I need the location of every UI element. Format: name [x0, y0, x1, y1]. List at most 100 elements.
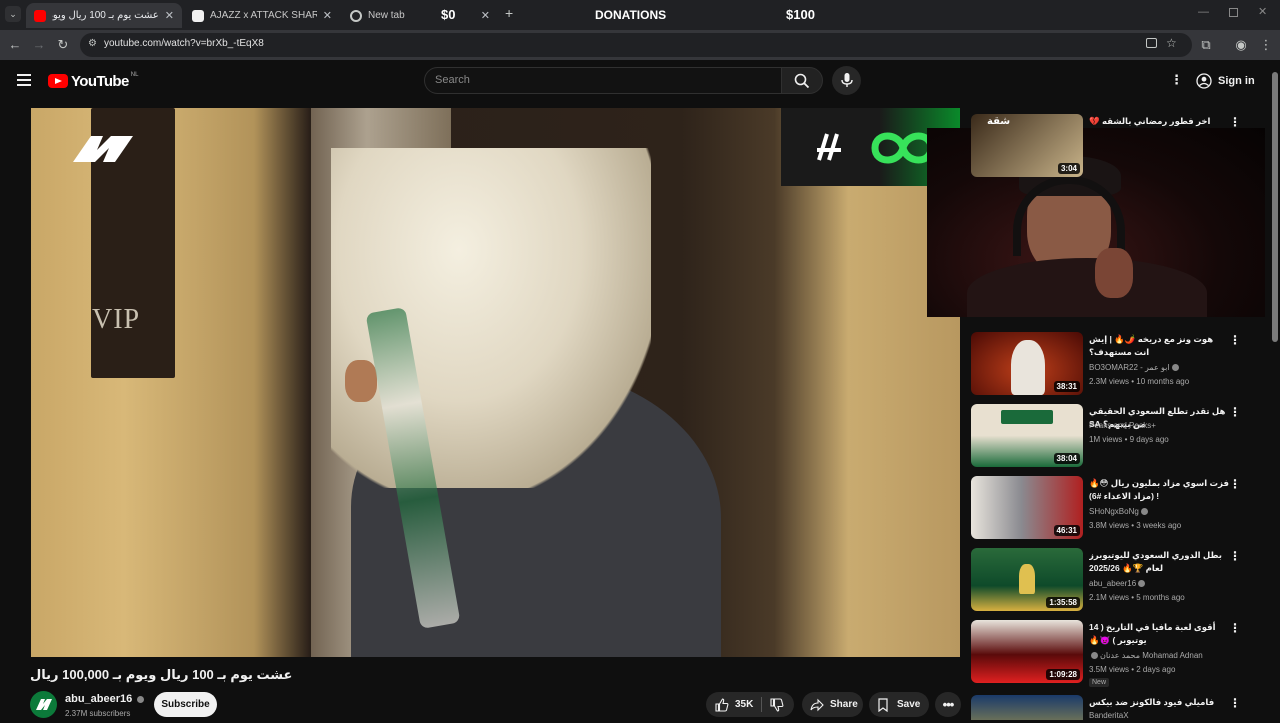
more-vert-icon[interactable]: ⋮ — [1229, 116, 1241, 130]
forward-arrow-icon[interactable]: → — [31, 37, 47, 53]
search-input[interactable]: Search — [435, 74, 470, 86]
sign-in-button[interactable]: Sign in — [1196, 68, 1255, 94]
hamburger-menu-icon[interactable] — [17, 74, 31, 86]
tab-search-button[interactable]: ⌄ — [5, 6, 21, 22]
donation-current-amount: $0 — [441, 7, 456, 22]
site-info-icon[interactable]: ⚙ — [88, 38, 97, 49]
video-thumbnail[interactable]: 38:31 — [971, 332, 1083, 395]
thumbnail-banner — [1001, 410, 1053, 424]
video-duration: 38:31 — [1053, 381, 1080, 392]
recommended-video[interactable]: شقة 3:04 اخر فطور رمضاني بالشقه 💔 ⋮ — [971, 114, 1271, 181]
profile-icon[interactable]: ◉ — [1233, 37, 1249, 53]
recommended-video[interactable]: فاميلي فيود فالكونز ضد بيكس BanderitaX ⋮ — [971, 695, 1271, 720]
search-button[interactable] — [781, 67, 823, 94]
channel-avatar[interactable] — [30, 691, 57, 718]
video-thumbnail[interactable]: شقة 3:04 — [971, 114, 1083, 177]
more-vert-icon[interactable]: ⋮ — [1229, 697, 1241, 711]
tab-close-icon[interactable]: ✕ — [165, 9, 174, 22]
video-meta: 2.3M views • 10 months ago — [1089, 377, 1190, 386]
video-title[interactable]: فزت اسوي مزاد بمليون ريال 😳🔥 ! (مزاد الا… — [1089, 477, 1229, 503]
bookmark-star-icon[interactable]: ☆ — [1166, 36, 1177, 50]
channel-logo-icon — [36, 699, 52, 710]
search-box[interactable]: Search — [424, 67, 782, 94]
youtube-favicon-icon — [34, 9, 46, 22]
video-thumbnail[interactable]: 46:31 — [971, 476, 1083, 539]
thumbs-up-icon — [715, 697, 729, 712]
settings-more-icon[interactable]: ⋮ — [1170, 72, 1183, 88]
extensions-icon[interactable]: ⧉ — [1198, 37, 1214, 53]
more-vert-icon[interactable]: ⋮ — [1229, 406, 1241, 420]
video-player[interactable]: VIP — [31, 108, 960, 657]
more-actions-button[interactable]: ••• — [935, 692, 961, 717]
more-vert-icon[interactable]: ⋮ — [1229, 334, 1241, 348]
recommended-video[interactable]: 1:09:28 أقوى لعبة مافيا في التاريخ ( 14 … — [971, 620, 1271, 687]
youtube-region-code: NL — [130, 72, 139, 78]
more-horizontal-icon: ••• — [942, 697, 955, 712]
channel-name-text: BO3OMAR22 - ابو عمر — [1089, 363, 1170, 372]
share-label: Share — [830, 699, 858, 710]
thumbnail-person — [1011, 340, 1045, 395]
thumbnail-text: شقة — [987, 116, 1011, 127]
wall-sign-vip: VIP — [92, 304, 141, 335]
channel-name[interactable]: SHoNgxBoNg — [1089, 507, 1150, 516]
donation-goal-overlay: $0 DONATIONS $100 — [433, 0, 833, 30]
address-bar[interactable]: ⚙ youtube.com/watch?v=brXb_-tEqX8 ☆ — [80, 33, 1192, 57]
save-label: Save — [897, 699, 921, 710]
like-button[interactable]: 35K — [706, 697, 761, 712]
channel-name[interactable]: Peaks and Peaks+ — [1089, 421, 1156, 430]
video-title[interactable]: بطل الدوري السعودي لليوتيوبرز لعام 🏆🔥 20… — [1089, 549, 1229, 575]
video-title[interactable]: هوت ونز مع دريخه 🌶️🔥 | إيش انت مستهدف؟ — [1089, 333, 1229, 359]
account-circle-icon — [1196, 73, 1212, 89]
youtube-header: YouTube NL Search ⋮ Sign in — [0, 60, 1280, 102]
tab-close-icon[interactable]: ✕ — [323, 9, 332, 22]
search-icon — [794, 73, 810, 89]
url-text: youtube.com/watch?v=brXb_-tEqX8 — [104, 38, 264, 49]
channel-name[interactable]: abu_abeer16 — [1089, 579, 1147, 588]
tab-ajazz[interactable]: AJAZZ x ATTACK SHARK X85 M ✕ — [184, 3, 340, 28]
more-vert-icon[interactable]: ⋮ — [1229, 550, 1241, 564]
dislike-button[interactable] — [762, 697, 784, 712]
minimize-icon[interactable]: — — [1198, 6, 1209, 18]
donation-goal-amount: $100 — [786, 7, 815, 22]
video-meta: 2.1M views • 5 months ago — [1089, 593, 1185, 602]
subscribe-button[interactable]: Subscribe — [154, 692, 217, 717]
recommended-video[interactable]: 1:35:58 بطل الدوري السعودي لليوتيوبرز لع… — [971, 548, 1271, 615]
save-bookmark-icon — [878, 697, 888, 712]
save-button[interactable]: Save — [869, 692, 929, 717]
video-thumbnail[interactable]: 1:35:58 — [971, 548, 1083, 611]
recommended-video[interactable]: 38:04 هل تقدر تطلع السعودي الحقيقي من بي… — [971, 404, 1271, 471]
share-button[interactable]: Share — [802, 692, 863, 717]
person-hand — [345, 360, 377, 402]
video-thumbnail[interactable]: 38:04 — [971, 404, 1083, 467]
channel-name-text: SHoNgxBoNg — [1089, 507, 1139, 516]
new-badge: New — [1089, 678, 1110, 687]
microphone-icon — [841, 73, 853, 87]
video-title[interactable]: فاميلي فيود فالكونز ضد بيكس — [1089, 696, 1229, 709]
voice-search-button[interactable] — [832, 66, 861, 95]
recommended-video[interactable]: 46:31 فزت اسوي مزاد بمليون ريال 😳🔥 ! (مز… — [971, 476, 1271, 543]
more-vert-icon[interactable]: ⋮ — [1229, 478, 1241, 492]
youtube-logo[interactable]: YouTube NL — [48, 72, 139, 90]
video-thumbnail[interactable]: 1:09:28 — [971, 620, 1083, 683]
browser-menu-icon[interactable]: ⋮ — [1258, 37, 1274, 53]
channel-name[interactable]: BO3OMAR22 - ابو عمر — [1089, 363, 1181, 372]
reload-icon[interactable]: ↻ — [55, 37, 71, 53]
amazon-favicon-icon — [192, 9, 204, 22]
thumbs-down-icon — [770, 697, 784, 712]
video-title[interactable]: أقوى لعبة مافيا في التاريخ ( 14 يوتيوبر … — [1089, 621, 1229, 647]
channel-name[interactable]: محمد عدنان Mohamad Adnan — [1089, 651, 1203, 660]
install-app-icon[interactable] — [1146, 38, 1157, 48]
scrollbar-thumb[interactable] — [1272, 72, 1278, 342]
more-vert-icon[interactable]: ⋮ — [1229, 622, 1241, 636]
recommended-video[interactable]: 38:31 هوت ونز مع دريخه 🌶️🔥 | إيش انت مست… — [971, 332, 1271, 399]
window-close-icon[interactable]: ✕ — [1258, 5, 1267, 18]
channel-name[interactable]: abu_abeer16 — [65, 693, 146, 705]
maximize-icon[interactable] — [1229, 8, 1238, 17]
video-duration: 46:31 — [1053, 525, 1080, 536]
video-title[interactable]: اخر فطور رمضاني بالشقه 💔 — [1089, 115, 1229, 128]
tab-youtube-video[interactable]: عشت يوم بـ 100 ريال ويوم بـ 000 ✕ — [26, 3, 182, 28]
channel-name-text: محمد عدنان Mohamad Adnan — [1100, 651, 1203, 660]
video-thumbnail[interactable] — [971, 695, 1083, 720]
back-arrow-icon[interactable]: ← — [7, 37, 23, 53]
channel-name[interactable]: BanderitaX — [1089, 711, 1129, 720]
